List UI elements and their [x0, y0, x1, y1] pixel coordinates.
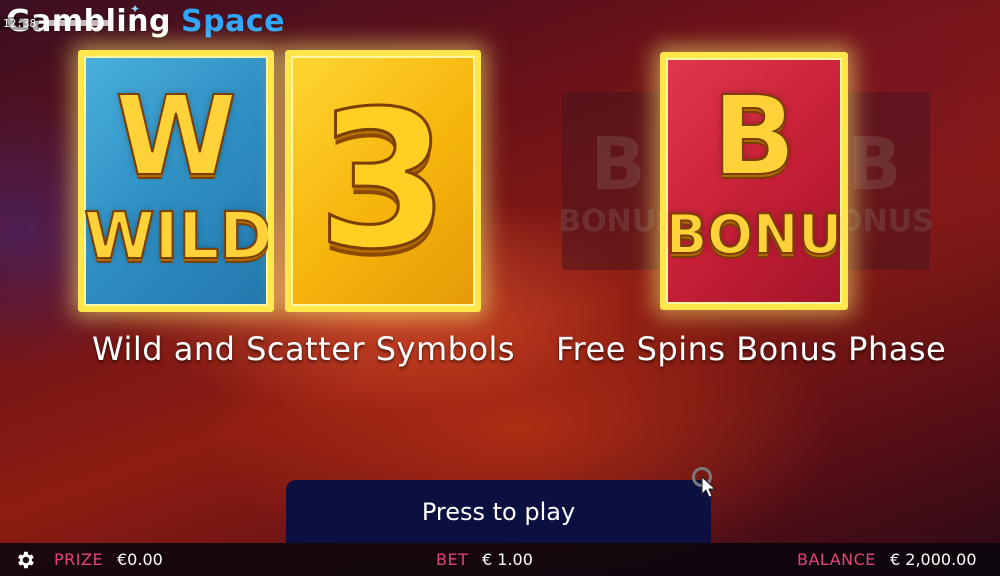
bottom-status-bar: PRIZE €0.00 BET € 1.00 BALANCE € 2,000.0… — [0, 543, 1000, 576]
wild-scatter-caption: Wild and Scatter Symbols — [92, 330, 516, 368]
gear-icon[interactable] — [14, 549, 36, 571]
wild-letter: W — [114, 72, 237, 200]
balance-label: BALANCE — [797, 550, 876, 569]
bonus-letter: B — [711, 72, 797, 200]
clock-strip: 12:38 — [0, 16, 140, 30]
bonus-word: BONUS — [666, 202, 843, 267]
cursor-icon — [701, 475, 717, 498]
wild-symbol-card: W WILD — [78, 50, 274, 312]
ghost-letter-right: B — [846, 121, 902, 206]
press-to-play-button[interactable]: Press to play — [286, 480, 711, 543]
bonus-symbol-card: B BONUS — [660, 52, 848, 310]
prize-value: €0.00 — [117, 550, 163, 569]
bet-label: BET — [436, 550, 469, 569]
free-spins-caption: Free Spins Bonus Phase — [556, 330, 947, 368]
wild-word: WILD — [84, 200, 273, 274]
clock-bar — [43, 20, 114, 26]
bonus-ghost-card-left: B BONUS — [558, 92, 678, 270]
sparkle-icon: ✦ — [130, 2, 141, 16]
clock-time: 12:38 — [0, 16, 40, 30]
bet-value: € 1.00 — [482, 550, 533, 569]
scatter-digit: 3 — [315, 69, 450, 293]
prize-label: PRIZE — [54, 550, 104, 569]
brand-name-space: Space — [181, 4, 285, 39]
scatter-symbol-card: 3 — [285, 50, 481, 312]
balance-value: € 2,000.00 — [890, 550, 977, 569]
ghost-letter-left: B — [590, 121, 646, 206]
